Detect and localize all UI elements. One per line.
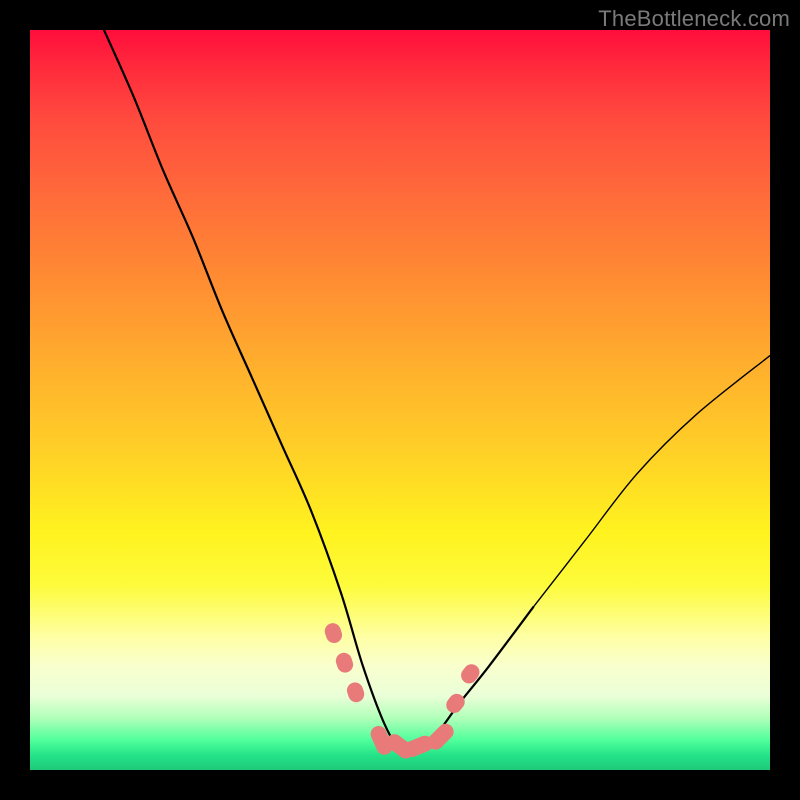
curve-marker — [443, 691, 468, 717]
curve-marker — [345, 680, 367, 704]
curve-layer — [30, 30, 770, 770]
curve-markers — [323, 621, 483, 762]
chart-stage: TheBottleneck.com — [0, 0, 800, 800]
curve-marker — [323, 621, 345, 645]
curve-right-branch-tail — [533, 356, 770, 608]
curve-left-branch — [104, 30, 415, 749]
watermark-text: TheBottleneck.com — [598, 6, 790, 32]
curve-marker — [334, 651, 356, 675]
curve-marker — [458, 661, 483, 687]
plot-area — [30, 30, 770, 770]
